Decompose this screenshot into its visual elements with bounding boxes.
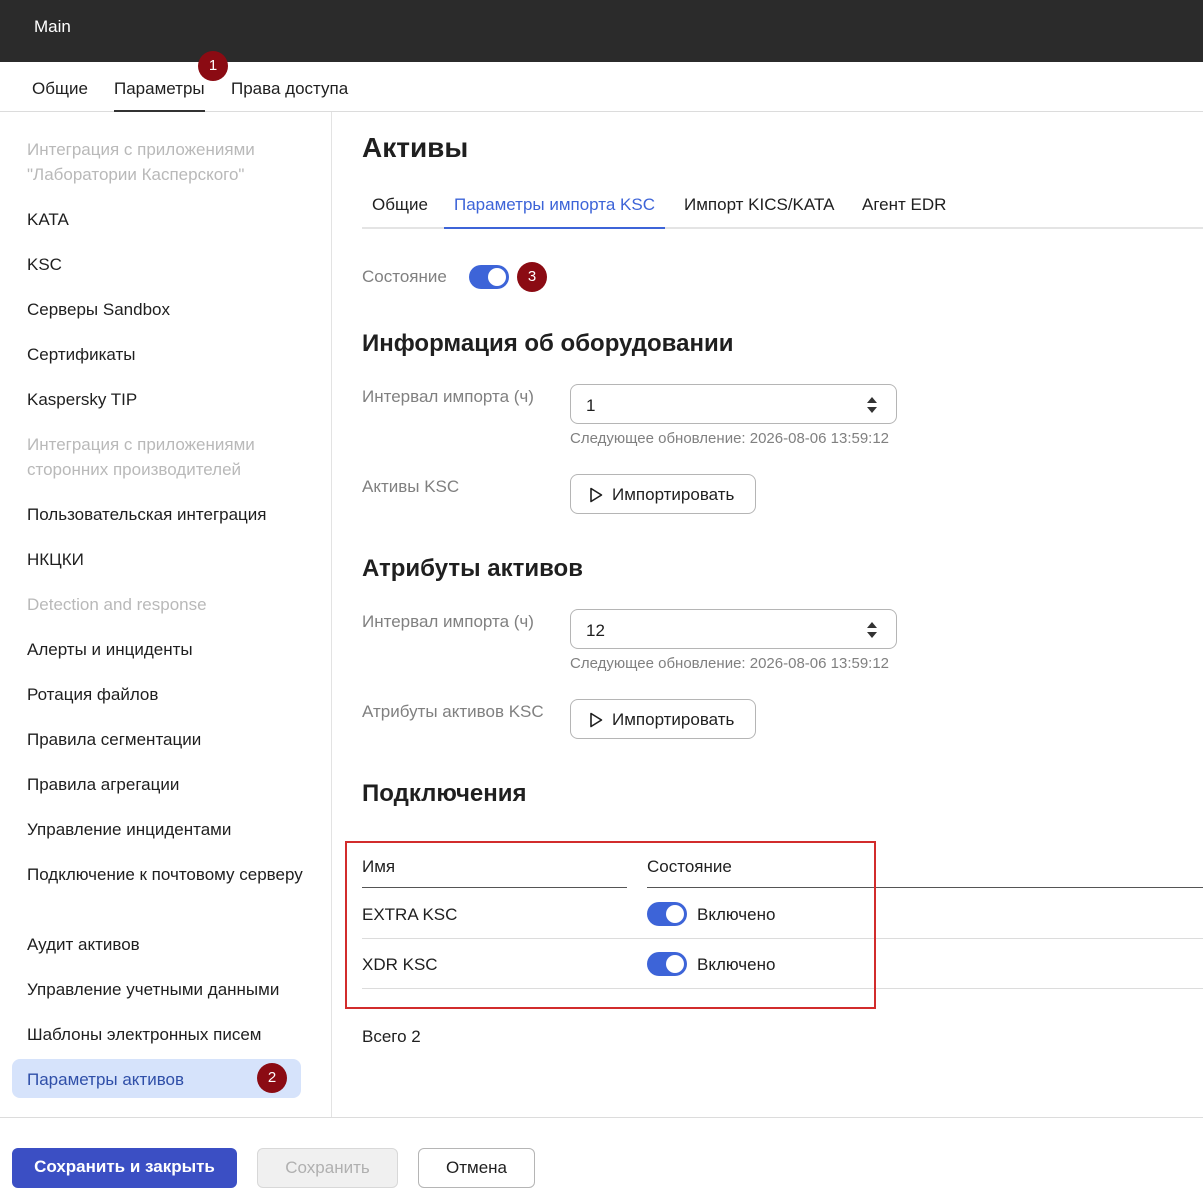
subtab-kics-kata-import[interactable]: Импорт KICS/KATA	[684, 195, 834, 229]
connections-section-title: Подключения	[362, 780, 527, 807]
sidebar-item-segmentation-rules[interactable]: Правила сегментации	[27, 727, 317, 752]
play-icon	[590, 712, 603, 728]
sidebar-item-kata[interactable]: KATA	[27, 207, 317, 232]
subtab-edr-agent[interactable]: Агент EDR	[862, 195, 946, 229]
hardware-section-title: Информация об оборудовании	[362, 330, 734, 357]
hardware-interval-label: Интервал импорта (ч)	[362, 387, 534, 406]
play-icon	[590, 487, 603, 503]
tab-parameters[interactable]: Параметры	[114, 79, 205, 112]
import-assets-button[interactable]: Импортировать	[570, 474, 756, 514]
sidebar-item-email-templates[interactable]: Шаблоны электронных писем	[27, 1022, 317, 1047]
subtab-ksc-import[interactable]: Параметры импорта KSC	[444, 195, 665, 229]
sidebar-item-alerts-incidents[interactable]: Алерты и инциденты	[27, 637, 317, 662]
connections-total: Всего 2	[362, 1027, 421, 1046]
tab-general[interactable]: Общие	[32, 79, 88, 112]
hardware-interval-value: 1	[586, 396, 596, 415]
ksc-attributes-label: Атрибуты активов KSC	[362, 702, 544, 721]
import-attributes-button[interactable]: Импортировать	[570, 699, 756, 739]
sidebar-group-third-party: Интеграция с приложениями сторонних прои…	[27, 435, 255, 479]
sidebar-item-certificates[interactable]: Сертификаты	[27, 342, 317, 367]
hardware-interval-stepper[interactable]: 1	[570, 384, 897, 424]
tab-access-rights[interactable]: Права доступа	[231, 79, 348, 112]
attributes-next-update: Следующее обновление: 2026-08-06 13:59:1…	[570, 655, 890, 672]
attributes-section-title: Атрибуты активов	[362, 555, 583, 582]
attributes-interval-stepper[interactable]: 12	[570, 609, 897, 649]
save-button[interactable]: Сохранить	[257, 1148, 398, 1188]
subtab-general[interactable]: Общие	[372, 195, 428, 229]
attributes-interval-label: Интервал импорта (ч)	[362, 612, 534, 631]
main-tabs: Общие Параметры Права доступа	[0, 62, 1203, 112]
sidebar-item-aggregation-rules[interactable]: Правила агрегации	[27, 772, 317, 797]
sidebar: Интеграция с приложениями "Лаборатории К…	[0, 112, 332, 1117]
attributes-interval-value: 12	[586, 621, 605, 640]
import-assets-button-label: Импортировать	[612, 485, 735, 504]
stepper-arrows-icon[interactable]	[866, 620, 878, 640]
step-badge-2: 2	[257, 1063, 287, 1093]
state-toggle[interactable]	[469, 265, 509, 289]
import-attributes-button-label: Импортировать	[612, 710, 735, 729]
step-badge-3: 3	[517, 262, 547, 292]
stepper-arrows-icon[interactable]	[866, 395, 878, 415]
top-bar: Main	[0, 0, 1203, 62]
save-and-close-button[interactable]: Сохранить и закрыть	[12, 1148, 237, 1188]
app-title: Main	[34, 17, 71, 36]
sidebar-item-custom-integration[interactable]: Пользовательская интеграция	[27, 502, 317, 527]
sidebar-item-kaspersky-tip[interactable]: Kaspersky TIP	[27, 387, 317, 412]
sidebar-item-file-rotation[interactable]: Ротация файлов	[27, 682, 317, 707]
sidebar-item-nkcki[interactable]: НКЦКИ	[27, 547, 317, 572]
sidebar-group-kaspersky: Интеграция с приложениями "Лаборатории К…	[27, 140, 255, 184]
highlight-box	[345, 841, 876, 1009]
sidebar-item-credentials[interactable]: Управление учетными данными	[27, 977, 317, 1002]
footer: Сохранить и закрыть Сохранить Отмена	[0, 1117, 1203, 1193]
hardware-next-update: Следующее обновление: 2026-08-06 13:59:1…	[570, 430, 890, 447]
sidebar-item-mail-server[interactable]: Подключение к почтовому серверу	[27, 862, 317, 887]
sidebar-item-asset-audit[interactable]: Аудит активов	[27, 932, 317, 957]
sidebar-group-detection: Detection and response	[27, 595, 207, 614]
page-title: Активы	[362, 132, 469, 163]
cancel-button[interactable]: Отмена	[418, 1148, 535, 1188]
ksc-assets-label: Активы KSC	[362, 477, 460, 496]
subtabs: Общие Параметры импорта KSC Импорт KICS/…	[362, 192, 1203, 229]
step-badge-1: 1	[198, 51, 228, 81]
sidebar-item-sandbox[interactable]: Серверы Sandbox	[27, 297, 317, 322]
state-label: Состояние	[362, 267, 447, 286]
sidebar-item-incident-management[interactable]: Управление инцидентами	[27, 817, 317, 842]
sidebar-item-ksc[interactable]: KSC	[27, 252, 317, 277]
